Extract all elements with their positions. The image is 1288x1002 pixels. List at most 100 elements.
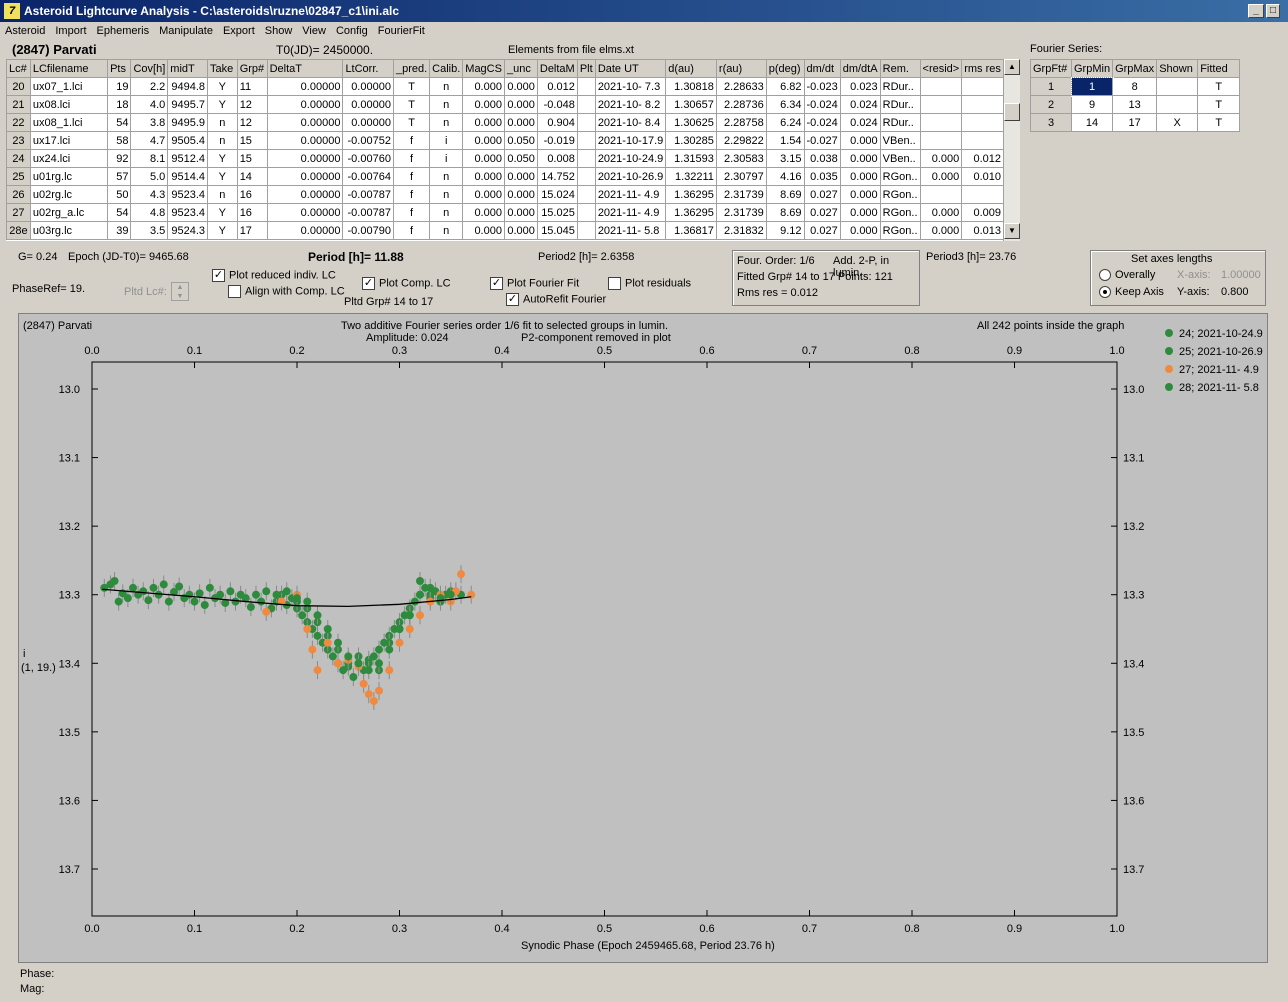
lc-column-header[interactable]: LtCorr. (342, 59, 394, 78)
lc-column-header[interactable]: <resid> (919, 59, 963, 78)
lc-cell[interactable]: 11 (236, 77, 268, 96)
lc-cell[interactable]: f (392, 167, 431, 186)
lc-column-header[interactable]: Pts (107, 59, 132, 78)
plot-residuals-checkbox[interactable]: Plot residuals (608, 277, 691, 290)
lc-cell[interactable]: RDur.. (879, 95, 921, 114)
lc-column-header[interactable]: midT (167, 59, 209, 78)
lc-cell[interactable]: 0.000 (462, 95, 505, 114)
lc-cell[interactable]: i (429, 131, 464, 150)
lc-cell[interactable]: 2.29822 (715, 131, 767, 150)
y-axis-value[interactable]: 0.800 (1221, 286, 1249, 298)
fourier-cell[interactable]: 8 (1112, 77, 1158, 96)
lc-cell[interactable]: 6.34 (765, 95, 805, 114)
lc-cell[interactable]: 0.000 (503, 185, 538, 204)
lc-cell[interactable] (576, 95, 596, 114)
plot-comp-checkbox[interactable]: ✓ Plot Comp. LC (362, 277, 451, 290)
lc-table-row[interactable]: 25 u01rg.lc 57 5.0 9514.4 Y 14 0.00000 -0.00764 f… (6, 167, 1004, 186)
lc-cell[interactable]: -0.048 (536, 95, 578, 114)
lc-cell[interactable]: 0.00000 (266, 221, 344, 240)
lc-cell[interactable]: 1.32211 (665, 167, 717, 186)
lc-cell[interactable]: 9523.4 (167, 185, 209, 204)
lc-column-header[interactable]: dm/dt (803, 59, 841, 78)
lc-cell[interactable]: 0.027 (803, 221, 841, 240)
lc-cell[interactable]: f (392, 221, 431, 240)
period3-value[interactable]: Period3 [h]= 23.76 (926, 251, 1016, 263)
autorefit-checkbox[interactable]: ✓ AutoRefit Fourier (506, 293, 606, 306)
period-value[interactable]: Period [h]= 11.88 (308, 250, 404, 264)
lightcurve-plot[interactable]: 0.0 0.0 0.1 0.1 0.2 0.2 0.3 0.3 0.4 0.4 0.5 0.5 0.6 0… (19, 314, 1269, 964)
lc-cell[interactable]: 4.16 (765, 167, 805, 186)
lc-cell[interactable]: 0.000 (919, 167, 963, 186)
lc-cell[interactable]: -0.00760 (342, 149, 394, 168)
lc-cell[interactable]: 2021-11- 4.9 (594, 185, 667, 204)
lc-cell[interactable]: 15.025 (536, 203, 578, 222)
lc-cell[interactable]: Y (207, 167, 238, 186)
lc-cell[interactable]: 0.00000 (266, 185, 344, 204)
lc-row-header[interactable]: 24 (6, 149, 31, 168)
lc-cell[interactable] (961, 185, 1004, 204)
lc-cell[interactable]: 2.2 (130, 77, 169, 96)
lc-cell[interactable]: 9505.4 (167, 131, 209, 150)
fourier-cell[interactable]: 13 (1112, 95, 1158, 114)
lc-cell[interactable]: 0.024 (839, 113, 881, 132)
lc-cell[interactable]: 6.82 (765, 77, 805, 96)
lc-cell[interactable]: 6.24 (765, 113, 805, 132)
lc-column-header[interactable]: Lc# (6, 59, 31, 78)
lc-cell[interactable]: n (429, 221, 464, 240)
menu-config[interactable]: Config (331, 22, 373, 37)
menu-show[interactable]: Show (260, 22, 298, 37)
lc-cell[interactable]: 0.00000 (342, 77, 394, 96)
fourier-cell[interactable]: T (1197, 113, 1241, 132)
lc-cell[interactable]: -0.027 (803, 131, 841, 150)
lc-cell[interactable]: ux07_1.lci (29, 77, 109, 96)
lc-cell[interactable]: 0.904 (536, 113, 578, 132)
lc-cell[interactable]: 9495.7 (167, 95, 209, 114)
maximize-icon[interactable]: □ (1266, 4, 1280, 18)
lc-cell[interactable]: 0.000 (503, 167, 538, 186)
lc-cell[interactable]: ux24.lci (29, 149, 109, 168)
lc-cell[interactable]: 4.7 (130, 131, 169, 150)
lc-cell[interactable]: 9495.9 (167, 113, 209, 132)
fourier-cell[interactable]: T (1197, 95, 1241, 114)
lc-cell[interactable]: T (392, 113, 431, 132)
lc-cell[interactable]: -0.024 (803, 113, 841, 132)
menu-export[interactable]: Export (218, 22, 260, 37)
lc-table-row[interactable]: 27 u02rg_a.lc 54 4.8 9523.4 Y 16 0.00000 -0.0078… (6, 203, 1004, 222)
lc-cell[interactable]: 4.3 (130, 185, 169, 204)
lc-cell[interactable]: 0.035 (803, 167, 841, 186)
lc-cell[interactable]: 1.30657 (665, 95, 717, 114)
lc-cell[interactable]: -0.023 (803, 77, 841, 96)
lc-cell[interactable]: RDur.. (879, 77, 921, 96)
plot-fourier-checkbox[interactable]: ✓ Plot Fourier Fit (490, 277, 579, 290)
lc-cell[interactable]: -0.00752 (342, 131, 394, 150)
lc-column-header[interactable]: MagCS (462, 59, 505, 78)
lc-cell[interactable]: 0.000 (839, 167, 881, 186)
fourier-table-row[interactable]: 3 14 17 X T (1030, 113, 1241, 132)
lc-cell[interactable]: 0.00000 (266, 203, 344, 222)
scroll-thumb[interactable] (1004, 103, 1020, 121)
lc-cell[interactable]: 3.5 (130, 221, 169, 240)
lc-cell[interactable]: -0.00787 (342, 185, 394, 204)
lc-cell[interactable] (576, 185, 596, 204)
lc-cell[interactable]: Y (207, 95, 238, 114)
lc-cell[interactable]: T (392, 77, 431, 96)
lc-cell[interactable]: T (392, 95, 431, 114)
lc-column-header[interactable]: dm/dtA (839, 59, 881, 78)
lc-cell[interactable]: 15.024 (536, 185, 578, 204)
plot-reduced-checkbox[interactable]: ✓ Plot reduced indiv. LC (212, 269, 336, 282)
lc-cell[interactable]: i (429, 149, 464, 168)
lc-column-header[interactable]: DeltaM (536, 59, 578, 78)
lc-cell[interactable]: 2021-10- 8.4 (594, 113, 667, 132)
lc-cell[interactable]: 0.000 (462, 203, 505, 222)
lc-cell[interactable]: 0.00000 (266, 95, 344, 114)
x-axis-value[interactable]: 1.00000 (1221, 269, 1261, 281)
lc-cell[interactable]: 2021-10-17.9 (594, 131, 667, 150)
lc-cell[interactable]: 19 (107, 77, 132, 96)
lc-cell[interactable]: 9524.3 (167, 221, 209, 240)
fourier-column-header[interactable]: Fitted (1197, 59, 1241, 78)
lc-table-row[interactable]: 21 ux08.lci 18 4.0 9495.7 Y 12 0.00000 0.00000 Tn… (6, 95, 1004, 114)
lc-cell[interactable]: 0.000 (839, 149, 881, 168)
lc-cell[interactable]: n (429, 203, 464, 222)
lc-cell[interactable]: 2021-10- 7.3 (594, 77, 667, 96)
lc-cell[interactable]: 1.31593 (665, 149, 717, 168)
